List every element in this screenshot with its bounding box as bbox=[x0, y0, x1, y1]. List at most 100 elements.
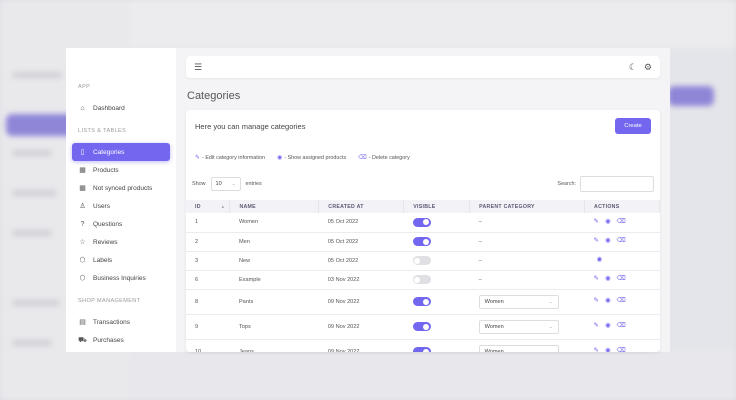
entries-select[interactable]: 10 ⌄ bbox=[210, 177, 241, 191]
cell-visible bbox=[403, 213, 470, 233]
cell-id: 1 bbox=[186, 213, 230, 233]
edit-icon[interactable]: ✎ bbox=[594, 218, 599, 226]
visible-toggle[interactable] bbox=[412, 322, 431, 331]
cell-created-at: 09 Nov 2022 bbox=[318, 339, 404, 352]
sidebar-item-dashboard[interactable]: ⌂ Dashboard bbox=[72, 99, 170, 117]
row-actions: ✎ ◉ ⌫ bbox=[594, 348, 660, 352]
column-header-name[interactable]: NAME bbox=[229, 200, 320, 213]
search-label: Search: bbox=[557, 181, 576, 187]
column-header-created-at[interactable]: CREATED AT bbox=[318, 200, 405, 213]
backdrop-line bbox=[12, 300, 60, 306]
eye-icon[interactable]: ◉ bbox=[605, 348, 611, 352]
edit-icon[interactable]: ✎ bbox=[594, 348, 599, 352]
sidebar-item-categories[interactable]: ▯ Categories bbox=[72, 143, 170, 161]
column-header-label: ID bbox=[195, 203, 201, 210]
cell-id: 9 bbox=[186, 314, 230, 340]
backdrop-line bbox=[12, 340, 52, 346]
eye-icon[interactable]: ◉ bbox=[605, 218, 611, 226]
grid-icon: ▦ bbox=[79, 166, 86, 174]
backdrop-line bbox=[12, 150, 52, 156]
sidebar-item-labels[interactable]: ⬡ Labels bbox=[72, 251, 170, 269]
table-header: ID ▲ NAME CREATED AT VISIBLE PARENT CATEGORY A… bbox=[186, 200, 660, 213]
sidebar-item-questions[interactable]: ? Questions bbox=[72, 215, 170, 233]
legend-label: - Show assigned products bbox=[284, 154, 347, 161]
visible-toggle[interactable] bbox=[412, 347, 431, 352]
eye-icon[interactable]: ◉ bbox=[605, 276, 611, 283]
visible-toggle[interactable] bbox=[412, 275, 431, 284]
sidebar-item-reviews[interactable]: ☆ Reviews bbox=[72, 233, 170, 251]
delete-icon: ⌫ bbox=[358, 155, 367, 161]
sidebar-item-not-synced-products[interactable]: ▦ Not synced products bbox=[72, 179, 170, 197]
delete-icon[interactable]: ⌫ bbox=[617, 238, 626, 245]
sidebar-item-users[interactable]: ♙ Users bbox=[72, 197, 170, 215]
delete-icon[interactable]: ⌫ bbox=[617, 298, 626, 305]
eye-icon[interactable]: ◉ bbox=[597, 257, 603, 264]
box-icon: ⬡ bbox=[79, 274, 86, 282]
cell-name: Pants bbox=[229, 289, 319, 315]
parent-category-select[interactable]: Women ⌄ bbox=[478, 319, 559, 334]
cell-parent-category: – bbox=[469, 232, 585, 252]
sidebar-item-purchases[interactable]: ⛟ Purchases bbox=[72, 331, 170, 349]
cell-visible bbox=[403, 314, 470, 340]
legend-label: - Delete category bbox=[368, 154, 410, 161]
legend-item: ✎ - Edit category information bbox=[195, 154, 265, 162]
visible-toggle[interactable] bbox=[412, 297, 431, 306]
cell-visible bbox=[403, 270, 470, 290]
sidebar-item-label: Business Inquiries bbox=[93, 274, 146, 282]
sidebar-item-label: Questions bbox=[93, 220, 123, 228]
cell-name: Jeans bbox=[229, 339, 319, 352]
column-header-parent-category[interactable]: PARENT CATEGORY bbox=[469, 200, 586, 213]
delete-icon[interactable]: ⌫ bbox=[617, 218, 626, 226]
sidebar-item-transactions[interactable]: ▤ Transactions bbox=[72, 313, 170, 331]
cell-parent-category: – bbox=[469, 251, 585, 271]
create-button[interactable]: Create bbox=[615, 118, 651, 134]
settings-icon[interactable]: ⚙ bbox=[644, 62, 652, 72]
row-actions: ✎ ◉ ⌫ bbox=[594, 298, 660, 305]
delete-icon[interactable]: ⌫ bbox=[617, 323, 626, 330]
edit-icon[interactable]: ✎ bbox=[594, 276, 599, 283]
moon-icon[interactable]: ☾ bbox=[629, 62, 637, 72]
edit-icon[interactable]: ✎ bbox=[594, 238, 599, 245]
parent-category-value: – bbox=[478, 219, 482, 226]
visible-toggle[interactable] bbox=[412, 256, 431, 265]
cell-actions: ✎ ◉ ⌫ bbox=[584, 213, 660, 233]
parent-category-select[interactable]: Women ⌄ bbox=[478, 294, 559, 309]
table-row: 6 Example 03 Nov 2022 – ✎ ◉ ⌫ bbox=[186, 270, 660, 290]
edit-icon[interactable]: ✎ bbox=[594, 323, 599, 330]
row-actions: ✎ ◉ ⌫ bbox=[594, 323, 660, 330]
delete-icon[interactable]: ⌫ bbox=[617, 348, 626, 352]
file-text-icon: ▤ bbox=[79, 318, 86, 326]
column-header-visible[interactable]: VISIBLE bbox=[403, 200, 471, 213]
cell-parent-category: Women ⌄ bbox=[469, 314, 585, 340]
column-header-actions[interactable]: ACTIONS bbox=[584, 200, 660, 213]
edit-icon[interactable]: ✎ bbox=[594, 298, 599, 305]
eye-icon[interactable]: ◉ bbox=[605, 298, 611, 305]
backdrop-line bbox=[12, 190, 57, 196]
chevron-down-icon: ⌄ bbox=[548, 348, 553, 353]
sidebar-item-label: Not synced products bbox=[93, 184, 153, 192]
backdrop-topbar bbox=[130, 0, 736, 48]
menu-icon[interactable]: ☰ bbox=[194, 62, 202, 72]
backdrop-create-button bbox=[668, 86, 714, 106]
parent-category-select[interactable]: Women ⌄ bbox=[478, 344, 559, 353]
delete-icon[interactable]: ⌫ bbox=[617, 276, 626, 283]
main-content: ☰ ☾ ⚙ Categories Here you can manage cat… bbox=[176, 48, 670, 352]
star-icon: ☆ bbox=[79, 238, 86, 246]
cell-id: 6 bbox=[186, 270, 230, 290]
column-header-id[interactable]: ID ▲ bbox=[186, 200, 231, 213]
parent-category-value: Women bbox=[484, 348, 504, 353]
eye-icon[interactable]: ◉ bbox=[605, 238, 611, 245]
parent-category-value: – bbox=[478, 276, 482, 283]
row-actions: ✎ ◉ ⌫ bbox=[594, 238, 660, 245]
parent-category-value: – bbox=[478, 257, 482, 264]
visible-toggle[interactable] bbox=[412, 217, 431, 227]
search-input[interactable] bbox=[580, 176, 654, 192]
row-actions: ✎ ◉ ⌫ bbox=[594, 276, 660, 283]
column-header-label: CREATED AT bbox=[328, 203, 364, 210]
sidebar-item-business-inquiries[interactable]: ⬡ Business Inquiries bbox=[72, 269, 170, 287]
visible-toggle[interactable] bbox=[412, 237, 431, 246]
sidebar-item-products[interactable]: ▦ Products bbox=[72, 161, 170, 179]
eye-icon[interactable]: ◉ bbox=[605, 323, 611, 330]
entries-label: entries bbox=[245, 181, 262, 187]
sidebar-item-label: Users bbox=[93, 202, 110, 210]
